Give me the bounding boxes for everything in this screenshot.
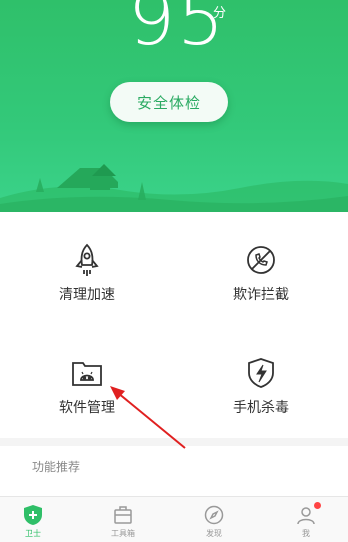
security-score: 95 <box>128 0 227 62</box>
security-check-button[interactable]: 安全体检 <box>110 82 228 122</box>
shield-plus-icon <box>22 504 44 526</box>
feature-clean-speedup[interactable]: 清理加速 <box>0 212 174 325</box>
feature-software-manage[interactable]: 软件管理 <box>0 325 174 438</box>
tab-label: 卫士 <box>25 529 41 538</box>
feature-label: 软件管理 <box>59 399 115 415</box>
feature-label: 清理加速 <box>59 286 115 302</box>
score-unit: 分 <box>213 5 227 20</box>
bottom-tab-bar: 卫士 工具箱 发现 我 <box>0 496 348 542</box>
android-folder-icon <box>70 355 104 391</box>
blocked-call-icon <box>244 242 278 278</box>
user-icon <box>295 502 321 526</box>
notification-badge <box>314 502 321 509</box>
compass-icon <box>203 504 225 526</box>
toolbox-icon <box>112 504 134 526</box>
hero-banner: 95 分 安全体检 <box>0 0 348 212</box>
landscape-illustration <box>0 164 348 212</box>
feature-label: 手机杀毒 <box>233 399 289 415</box>
tab-label: 我 <box>302 529 310 538</box>
shield-bolt-icon <box>244 355 278 391</box>
feature-fraud-block[interactable]: 欺诈拦截 <box>174 212 348 325</box>
tab-me[interactable]: 我 <box>276 497 336 542</box>
tab-label: 发现 <box>206 529 222 538</box>
section-title: 功能推荐 <box>32 460 81 474</box>
tab-discover[interactable]: 发现 <box>184 497 244 542</box>
tab-guard[interactable]: 卫士 <box>3 497 63 542</box>
feature-label: 欺诈拦截 <box>233 286 289 302</box>
section-divider <box>0 438 348 446</box>
rocket-icon <box>70 242 104 278</box>
feature-grid: 清理加速 欺诈拦截 软件管理 手机杀毒 <box>0 212 348 438</box>
feature-antivirus[interactable]: 手机杀毒 <box>174 325 348 438</box>
tab-toolbox[interactable]: 工具箱 <box>93 497 153 542</box>
tab-label: 工具箱 <box>111 529 135 538</box>
